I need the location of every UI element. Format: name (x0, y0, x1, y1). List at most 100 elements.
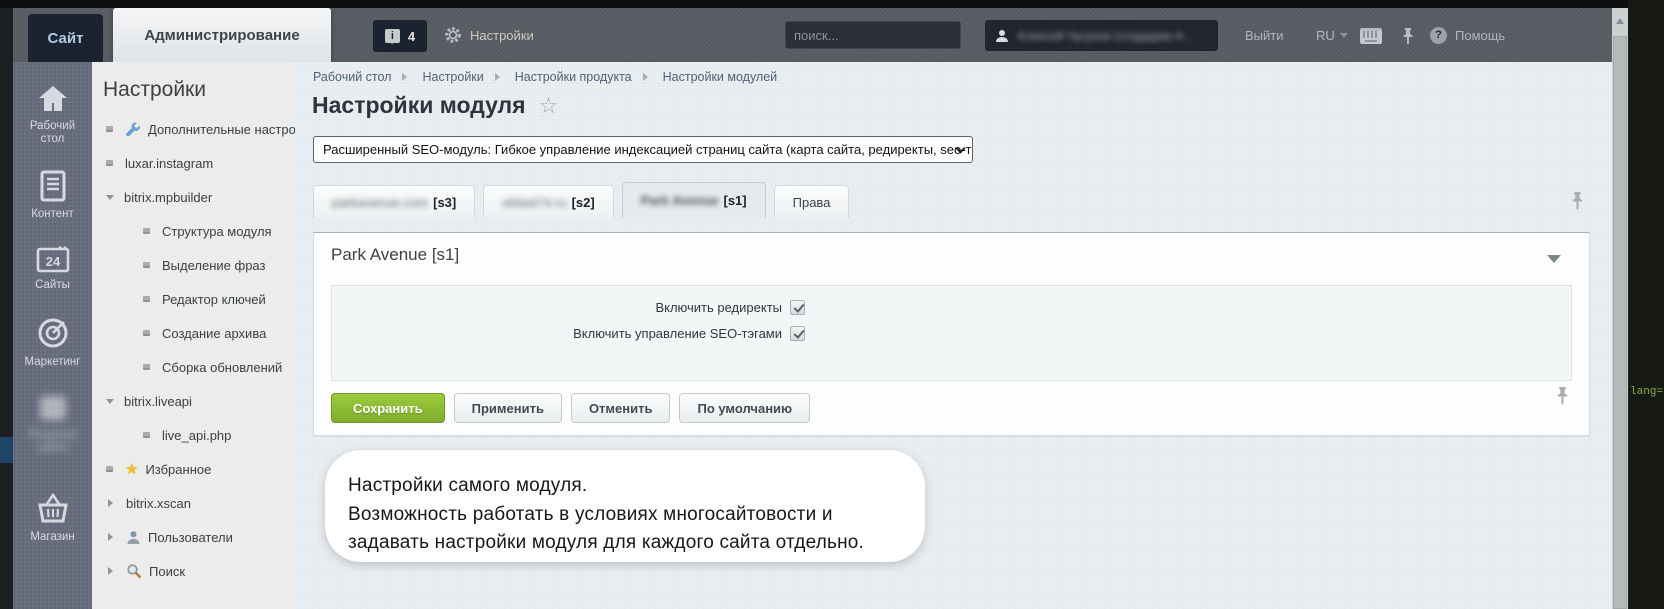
sidebar-item-live-api-php[interactable]: live_api.php (92, 418, 295, 452)
sidebar-item-bitrix-liveapi[interactable]: bitrix.liveapi (92, 384, 295, 418)
cancel-button[interactable]: Отменить (571, 393, 671, 423)
module-rail: Рабочий стол Контент 24 Сайты (13, 62, 92, 609)
breadcrumb-link[interactable]: Рабочий стол (313, 70, 391, 84)
sidebar-item-search[interactable]: Поиск (92, 554, 295, 588)
tab-site-s2[interactable]: oblast74.ru [s2] (483, 185, 613, 218)
chevron-down-icon (1340, 33, 1348, 42)
checkbox-enable-seo-tags[interactable] (790, 326, 805, 341)
star-icon: ★ (125, 460, 138, 478)
sidebar-item-users[interactable]: Пользователи (92, 520, 295, 554)
checkbox-enable-redirects[interactable] (790, 300, 805, 315)
basket-icon (35, 493, 71, 525)
rail-item-content[interactable]: Контент (13, 170, 92, 221)
save-button[interactable]: Сохранить (331, 393, 445, 423)
hotkeys-keyboard-icon[interactable] (1360, 28, 1382, 44)
triangle-collapsed-icon (108, 567, 117, 575)
notifications-button[interactable]: i 4 (373, 20, 427, 52)
tab-site-code: [s3] (433, 195, 456, 210)
option-row: Включить редиректы (332, 300, 805, 315)
sites-24-icon: 24 (36, 245, 70, 273)
tab-rights[interactable]: Права (774, 185, 850, 218)
sidebar-item-key-editor[interactable]: Редактор ключей (92, 282, 295, 316)
topbar-settings-button[interactable]: Настройки (444, 8, 534, 62)
sidebar-item-luxar-instagram[interactable]: luxar.instagram (92, 146, 295, 180)
topbar-pin-icon[interactable] (1402, 27, 1414, 45)
rail-label: Рабочий стол (17, 120, 89, 146)
info-bubble-icon: i (385, 29, 400, 43)
triangle-collapsed-icon (108, 533, 117, 541)
sidebar-item-updates-build[interactable]: Сборка обновлений (92, 350, 295, 384)
page-title-text: Настройки модуля (312, 92, 526, 119)
sidebar-item-label: Выделение фраз (162, 258, 265, 273)
tabs-pin-icon[interactable] (1571, 191, 1584, 210)
sidebar-item-favorites[interactable]: ★ Избранное (92, 452, 295, 486)
apply-button[interactable]: Применить (454, 393, 562, 423)
sidebar-item-label: Структура модуля (162, 224, 272, 239)
option-row: Включить управление SEO-тэгами (332, 326, 805, 341)
logout-label: Выйти (1245, 28, 1284, 43)
rail-label: Маркетинг (17, 356, 89, 369)
sidebar-item-archive-create[interactable]: Создание архива (92, 316, 295, 350)
bullet-icon (143, 262, 150, 268)
rail-item-sites[interactable]: 24 Сайты (13, 245, 92, 292)
collapse-arrow-icon[interactable] (1547, 255, 1561, 270)
user-icon (995, 29, 1009, 43)
svg-text:24: 24 (45, 254, 60, 269)
help-button[interactable]: ? Помощь (1430, 8, 1505, 62)
settings-menu: Настройки Дополнительные настройки luxar… (92, 62, 295, 609)
rail-item-desktop[interactable]: Рабочий стол (13, 84, 92, 146)
scrollbar-thumb[interactable] (1613, 36, 1627, 609)
rail-label: Магазин (17, 531, 89, 544)
topbar-search[interactable] (785, 21, 961, 49)
sidebar-item-module-structure[interactable]: Структура модуля (92, 214, 295, 248)
tab-site[interactable]: Сайт (28, 14, 103, 62)
scroll-up-arrow-icon[interactable] (1616, 14, 1624, 24)
panel-pin-icon[interactable] (1556, 386, 1569, 405)
tooltip-line: задавать настройки модуля для каждого са… (348, 529, 895, 558)
module-settings-panel: Park Avenue [s1] Включить редиректы Вклю… (313, 232, 1590, 436)
rail-item-blurred[interactable]: Решения сайта (13, 393, 92, 455)
breadcrumb: Рабочий стол Настройки Настройки продукт… (313, 70, 777, 84)
logout-link[interactable]: Выйти (1245, 8, 1284, 62)
sidebar-item-additional-settings[interactable]: Дополнительные настройки (92, 112, 295, 146)
user-name: Алексей Чугунов (создадим А... (1017, 29, 1193, 43)
rail-item-store[interactable]: Магазин (13, 493, 92, 544)
module-select[interactable]: Расширенный SEO-модуль: Гибкое управлени… (313, 136, 973, 163)
sidebar-item-label: Сборка обновлений (162, 360, 282, 375)
left-edge-notch (0, 437, 13, 463)
target-icon (36, 316, 70, 350)
rail-item-marketing[interactable]: Маркетинг (13, 316, 92, 369)
sidebar-item-phrase-highlight[interactable]: Выделение фраз (92, 248, 295, 282)
gear-icon (444, 26, 462, 44)
wrench-icon (125, 121, 141, 137)
tab-site-s3[interactable]: parkavenue.com [s3] (313, 185, 475, 218)
topbar: Сайт Администрирование i 4 Настройки (0, 8, 1628, 62)
search-input[interactable] (786, 28, 978, 43)
tooltip-line: Возможность работать в условиях многосай… (348, 501, 895, 530)
tab-site-code: [s2] (572, 195, 595, 210)
tab-site-s1[interactable]: Park Avenue [s1] (622, 182, 766, 218)
tab-label: Права (793, 195, 831, 210)
user-menu[interactable]: Алексей Чугунов (создадим А... (985, 20, 1218, 51)
triangle-collapsed-icon (108, 499, 117, 507)
language-dropdown[interactable]: RU (1316, 8, 1348, 62)
topbar-settings-label: Настройки (470, 28, 534, 43)
person-icon (126, 530, 141, 545)
default-button[interactable]: По умолчанию (679, 393, 810, 423)
help-label: Помощь (1455, 28, 1505, 43)
option-label: Включить управление SEO-тэгами (332, 326, 782, 341)
sidebar-item-bitrix-mpbuilder[interactable]: bitrix.mpbuilder (92, 180, 295, 214)
breadcrumb-link[interactable]: Настройки (422, 70, 483, 84)
breadcrumb-link[interactable]: Настройки продукта (515, 70, 632, 84)
sidebar-item-bitrix-xscan[interactable]: bitrix.xscan (92, 486, 295, 520)
page-scrollbar[interactable] (1612, 8, 1628, 609)
tab-administration[interactable]: Администрирование (113, 8, 331, 62)
sidebar-item-label: Избранное (145, 462, 211, 477)
site-tabs: parkavenue.com [s3] oblast74.ru [s2] Par… (313, 182, 849, 218)
language-label: RU (1316, 28, 1335, 43)
breadcrumb-link[interactable]: Настройки модулей (663, 70, 778, 84)
sidebar-item-label: bitrix.liveapi (124, 394, 192, 409)
favorite-star-icon[interactable]: ☆ (539, 93, 559, 119)
top-black-strip (0, 0, 1664, 8)
sidebar-item-label: Поиск (149, 564, 185, 579)
